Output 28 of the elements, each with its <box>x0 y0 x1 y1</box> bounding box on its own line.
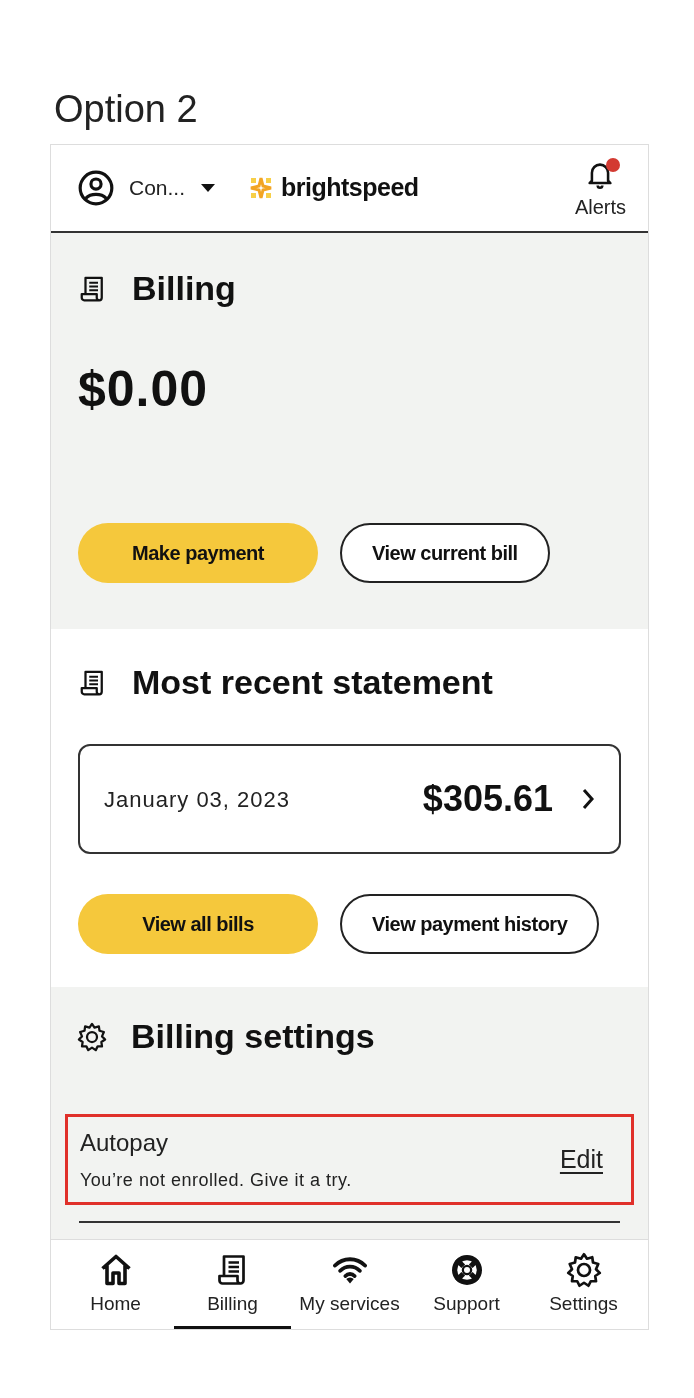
settings-icon <box>565 1252 602 1288</box>
logo-icon <box>249 176 274 200</box>
statement-card[interactable]: January 03, 2023 $305.61 <box>78 744 621 854</box>
nav-tab[interactable]: Support <box>408 1240 525 1329</box>
bell-icon <box>586 160 615 190</box>
account-icon <box>77 169 115 207</box>
settings-icon <box>77 1020 107 1053</box>
section-title: Most recent statement <box>132 662 493 703</box>
action-button[interactable]: Make payment <box>78 523 318 583</box>
action-button[interactable]: View all bills <box>78 894 318 954</box>
caret-icon <box>201 184 216 192</box>
action-button[interactable]: View payment history <box>340 894 600 954</box>
chevron-right-icon <box>581 787 595 811</box>
nav-tab[interactable]: Home <box>57 1240 174 1329</box>
row-title: Autopay <box>80 1128 170 1158</box>
section-title: Billing settings <box>131 1016 375 1057</box>
brand-logo: brightspeed <box>281 172 419 204</box>
section-title: Billing <box>132 268 236 309</box>
balance-amount: $0.00 <box>78 360 210 419</box>
row-description: You’re not enrolled. Give it a try. <box>80 1169 352 1192</box>
nav-tab[interactable]: Billing <box>174 1240 291 1329</box>
nav-tab[interactable]: My services <box>291 1240 408 1329</box>
edit-link[interactable]: Edit <box>559 1140 603 1179</box>
action-button[interactable]: View current bill <box>340 523 550 583</box>
option-heading: Option 2 <box>54 87 199 132</box>
nav-tab[interactable]: Settings <box>525 1240 642 1329</box>
account-dropdown[interactable]: Con... <box>129 172 216 204</box>
alerts-button[interactable]: Alerts <box>574 160 626 222</box>
